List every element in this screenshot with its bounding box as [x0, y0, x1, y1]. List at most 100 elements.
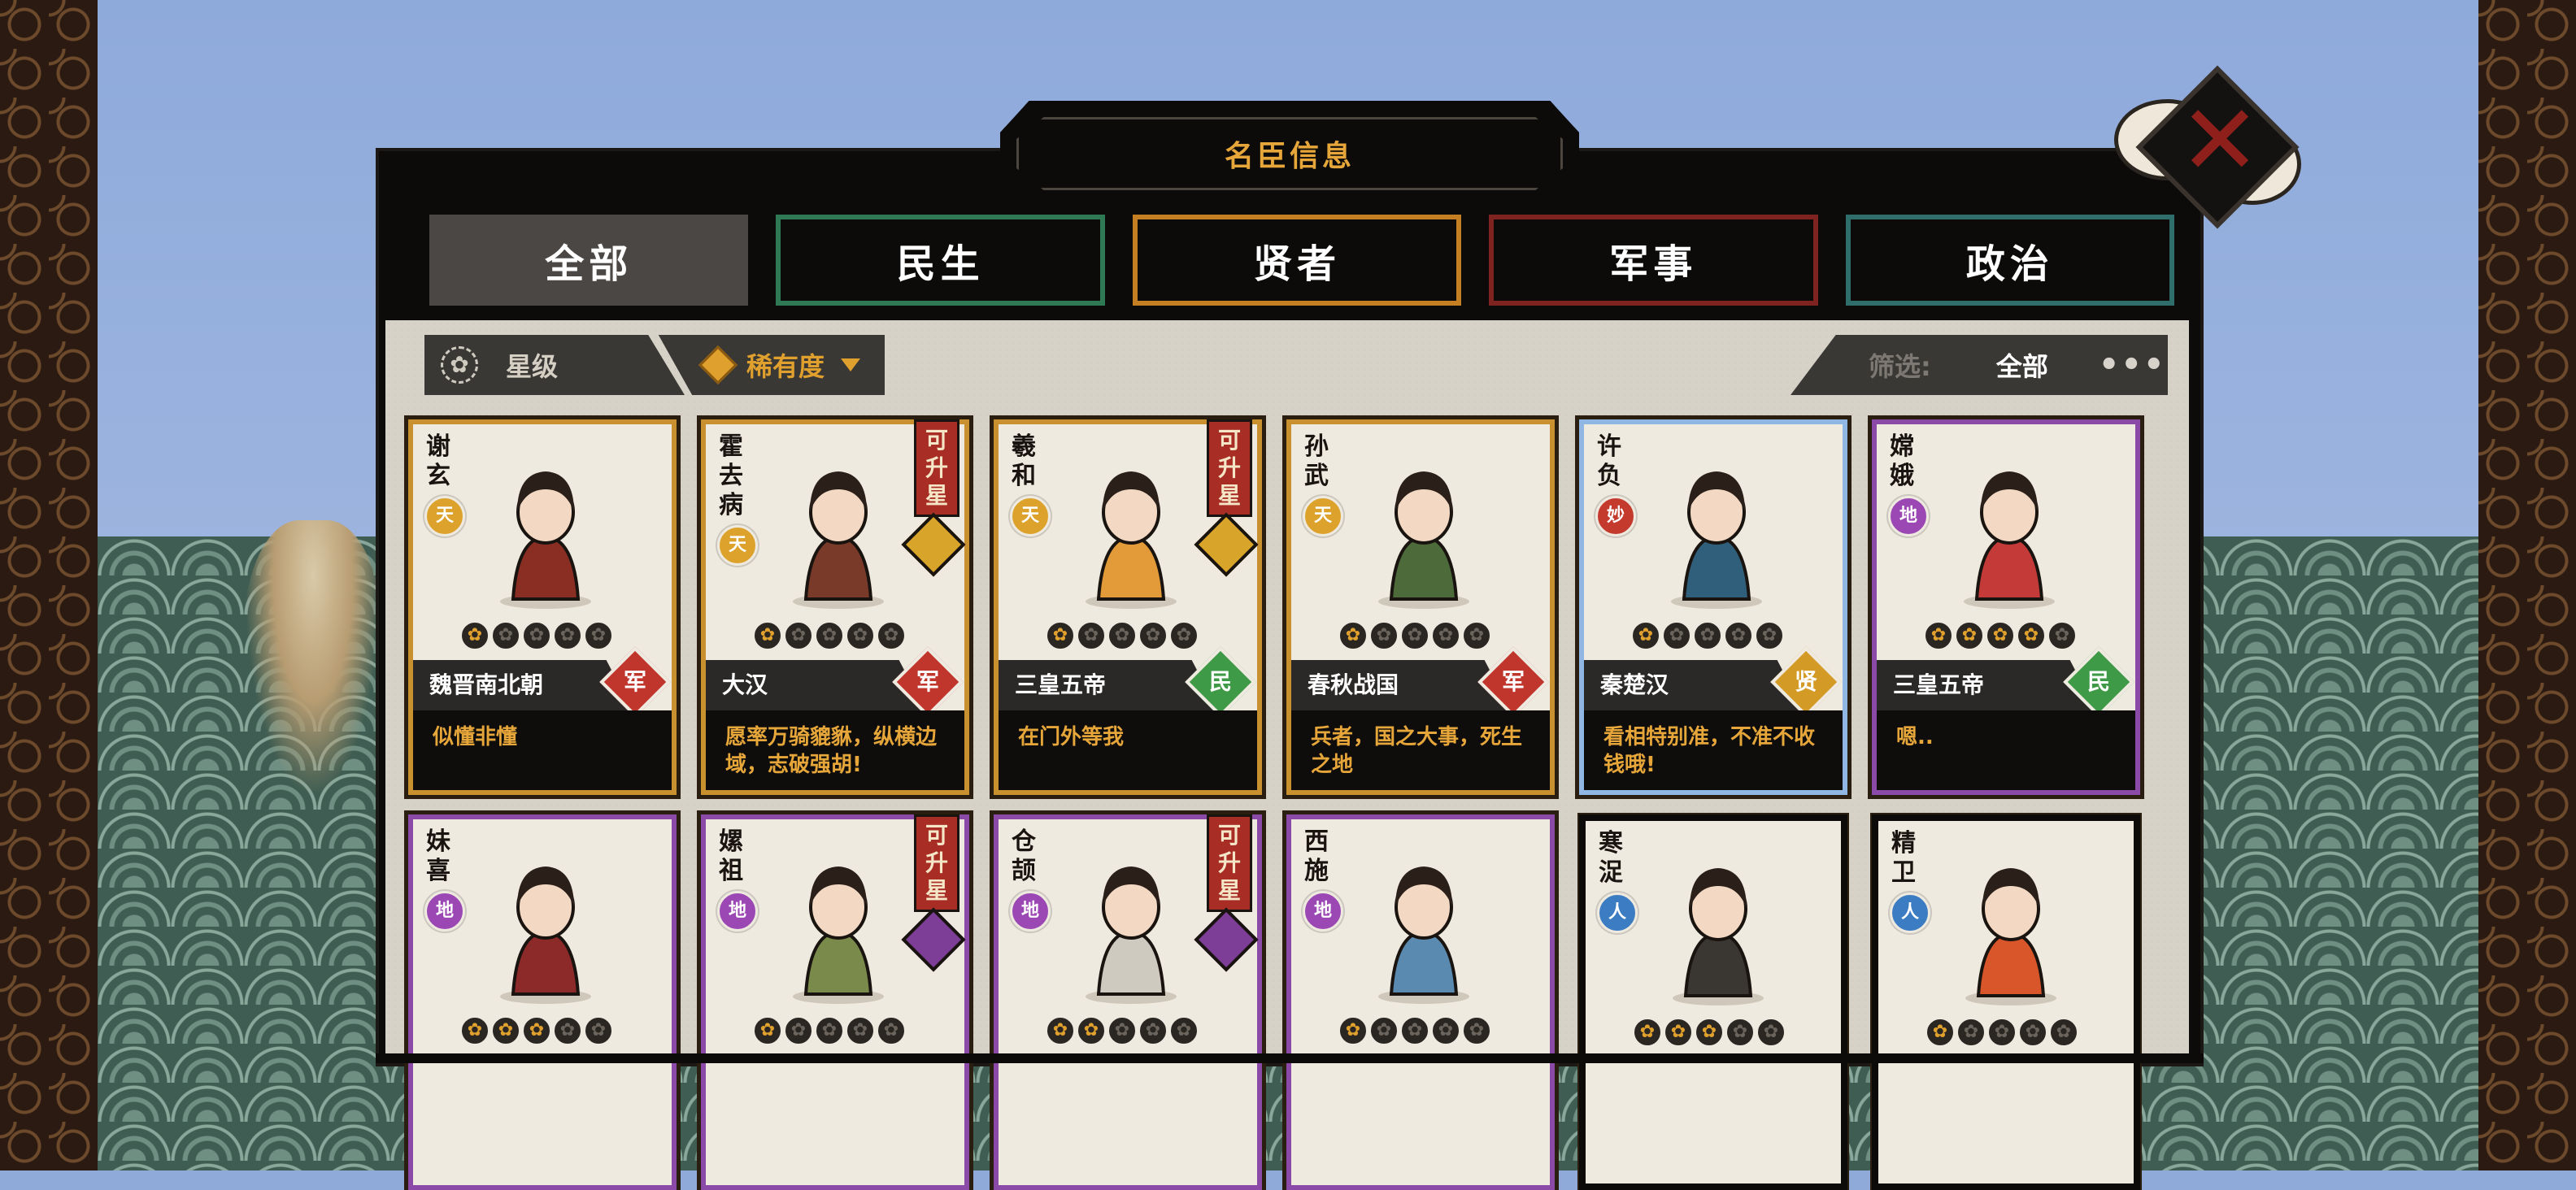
minister-name: 羲和 — [1012, 432, 1044, 491]
star-icon: ✿ — [1987, 623, 2013, 649]
star-icon: ✿ — [1927, 1019, 1953, 1045]
star-icon: ✿ — [1140, 1018, 1166, 1044]
minister-quote: 嗯.. — [1877, 710, 2135, 790]
minister-name-char: 病 — [719, 491, 743, 519]
minister-name-char: 浞 — [1599, 858, 1623, 887]
sort-by-star-button[interactable]: ✿ 星级 — [424, 335, 685, 395]
minister-name-char: 谢 — [426, 432, 450, 461]
star-icon: ✿ — [1725, 623, 1751, 649]
minister-quote: 似懂非懂 — [413, 710, 672, 790]
minister-name-char: 祖 — [719, 857, 743, 885]
star-icon: ✿ — [1109, 623, 1135, 649]
minister-card[interactable]: 谢玄天 ✿ ✿ ✿ ✿ ✿ 魏晋南北朝军似懂非懂 — [404, 415, 681, 799]
more-options-icon[interactable]: ••• — [2099, 346, 2166, 384]
rarity-badge: 地 — [424, 891, 465, 932]
star-icon: ✿ — [1634, 1019, 1660, 1045]
minister-card[interactable]: 许负妙 ✿ ✿ ✿ ✿ ✿ 秦楚汉贤看相特别准，不准不收钱哦! — [1575, 415, 1852, 799]
rarity-badge: 地 — [1888, 496, 1929, 536]
tab-all[interactable]: 全部 — [429, 215, 749, 306]
minister-card[interactable]: 羲和天可升星 ✿ ✿ ✿ ✿ ✿ 三皇五帝民在门外等我 — [990, 415, 1266, 799]
rarity-badge: 天 — [424, 496, 465, 536]
upgradable-tag-char: 升 — [1217, 849, 1241, 876]
minister-name-char: 许 — [1597, 432, 1621, 461]
rarity-badge: 地 — [1303, 891, 1343, 932]
minister-card[interactable]: 妹喜地 ✿ ✿ ✿ ✿ ✿ — [404, 810, 681, 1190]
floating-island — [244, 520, 382, 797]
minister-card[interactable]: 仓颉地可升星 ✿ ✿ ✿ ✿ ✿ — [990, 810, 1266, 1190]
rarity-badge: 地 — [1010, 891, 1051, 932]
minister-name-char: 仓 — [1012, 827, 1036, 856]
minister-card[interactable]: 孙武天 ✿ ✿ ✿ ✿ ✿ 春秋战国军兵者，国之大事，死生之地 — [1282, 415, 1559, 799]
star-icon: ✿ — [1956, 623, 1982, 649]
star-icon: ✿ — [1047, 1018, 1073, 1044]
close-icon: ✕ — [2178, 85, 2261, 198]
flower-icon: ✿ — [441, 346, 478, 384]
type-badge-label: 民 — [1208, 668, 1232, 695]
category-tabs: 全部 民生 贤者 军事 政治 — [429, 215, 2175, 311]
star-rating: ✿ ✿ ✿ ✿ ✿ — [462, 623, 611, 649]
tab-minsheng[interactable]: 民生 — [776, 215, 1105, 306]
character-portrait — [1671, 471, 1762, 609]
type-badge-label: 贤 — [1794, 668, 1817, 695]
close-button[interactable]: ✕ — [2114, 65, 2301, 237]
type-badge-label: 军 — [623, 668, 646, 695]
star-icon: ✿ — [462, 623, 488, 649]
character-portrait — [1965, 868, 2056, 1005]
character-portrait — [1673, 868, 1764, 1005]
rarity-badge: 地 — [717, 891, 758, 932]
filter-control[interactable]: 筛选: 全部 ••• — [1791, 335, 2168, 395]
sort-star-label: 星级 — [506, 351, 559, 382]
star-rating: ✿ ✿ ✿ ✿ ✿ — [1340, 623, 1490, 649]
star-icon: ✿ — [2020, 1019, 2046, 1045]
minister-card[interactable]: 霍去病天可升星 ✿ ✿ ✿ ✿ ✿ 大汉军愿率万骑貔貅，纵横边域，志破强胡! — [697, 415, 973, 799]
minister-card[interactable]: 嫦娥地 ✿ ✿ ✿ ✿ ✿ 三皇五帝民嗯.. — [1868, 415, 2144, 799]
filter-value: 全部 — [1995, 351, 2048, 382]
type-badge-label: 军 — [1501, 668, 1525, 695]
rarity-badge: 妙 — [1595, 496, 1636, 536]
character-portrait — [1964, 471, 2055, 609]
upgradable-tag-char: 升 — [1217, 454, 1241, 481]
minister-name-char: 羲 — [1012, 432, 1036, 461]
type-badge-label: 军 — [916, 668, 939, 695]
minister-name-char: 妹 — [426, 827, 450, 856]
tab-junshi[interactable]: 军事 — [1489, 215, 1818, 306]
minister-name: 仓颉 — [1012, 827, 1044, 886]
minister-card[interactable]: 精卫人 ✿ ✿ ✿ ✿ ✿ — [1870, 813, 2142, 1190]
star-icon: ✿ — [524, 1018, 550, 1044]
character-portrait — [1086, 471, 1177, 609]
upgradable-tag-char: 可 — [925, 822, 948, 849]
dropdown-arrow-icon — [841, 358, 861, 371]
minister-card[interactable]: 寒浞人 ✿ ✿ ✿ ✿ ✿ — [1577, 813, 1849, 1190]
minister-name: 嫦娥 — [1890, 432, 1922, 491]
star-icon: ✿ — [1109, 1018, 1135, 1044]
star-icon: ✿ — [755, 623, 781, 649]
panel-title: 名臣信息 — [1224, 140, 1355, 173]
star-icon: ✿ — [555, 1018, 581, 1044]
tab-xianzhe[interactable]: 贤者 — [1132, 215, 1462, 306]
upgrade-medal-icon — [901, 512, 966, 577]
star-icon: ✿ — [1340, 1018, 1366, 1044]
upgradable-tag-char: 升 — [925, 849, 948, 876]
minister-name-char: 西 — [1304, 827, 1329, 856]
star-icon: ✿ — [878, 1018, 904, 1044]
star-icon: ✿ — [1665, 1019, 1691, 1045]
star-icon: ✿ — [1047, 623, 1073, 649]
era-label: 秦楚汉 — [1584, 660, 1804, 710]
tab-zhengzhi[interactable]: 政治 — [1845, 215, 2175, 306]
upgradable-tag-char: 星 — [1217, 877, 1241, 904]
minister-name-char: 颉 — [1012, 857, 1036, 885]
upgradable-tag-char: 可 — [1217, 822, 1241, 849]
star-icon: ✿ — [1171, 623, 1197, 649]
star-rating: ✿ ✿ ✿ ✿ ✿ — [755, 623, 904, 649]
upgrade-medal-icon — [901, 907, 966, 972]
minister-card[interactable]: 西施地 ✿ ✿ ✿ ✿ ✿ — [1282, 810, 1559, 1190]
star-rating: ✿ ✿ ✿ ✿ ✿ — [1927, 1019, 2077, 1045]
minister-name-char: 嫘 — [719, 827, 743, 856]
star-icon: ✿ — [1464, 1018, 1490, 1044]
decor-left-border — [0, 0, 98, 1170]
minister-quote: 在门外等我 — [999, 710, 1257, 790]
character-portrait — [793, 471, 884, 609]
star-icon: ✿ — [816, 623, 842, 649]
minister-card[interactable]: 嫘祖地可升星 ✿ ✿ ✿ ✿ ✿ — [697, 810, 973, 1190]
star-rating: ✿ ✿ ✿ ✿ ✿ — [1634, 1019, 1784, 1045]
